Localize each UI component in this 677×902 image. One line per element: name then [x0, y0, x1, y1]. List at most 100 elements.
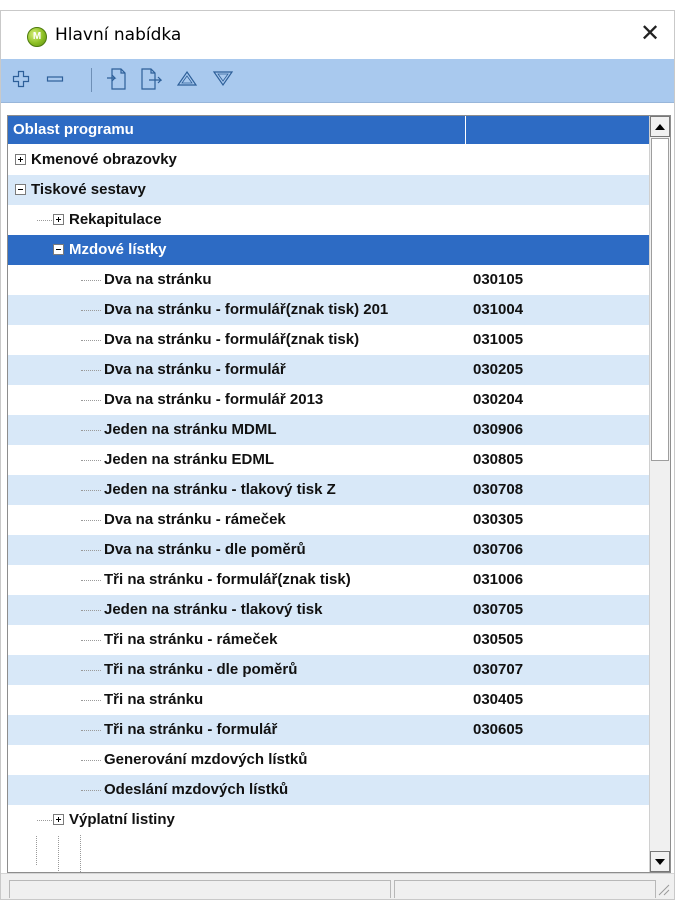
tree-row-code: 030405	[473, 691, 524, 708]
scroll-up-button[interactable]	[650, 116, 670, 137]
program-area-tree[interactable]: Oblast programu Kmenové obrazovky Tiskov…	[7, 115, 671, 895]
tree-row-code: 030505	[473, 631, 524, 648]
toolbar	[1, 59, 674, 103]
window-title: Hlavní nabídka	[55, 25, 182, 45]
tree-branch	[81, 790, 101, 791]
close-button[interactable]: ✕	[626, 11, 674, 59]
insert-after-button[interactable]	[139, 65, 163, 93]
tree-row-vyplatni-listiny[interactable]: Výplatní listiny	[8, 805, 650, 835]
tree-branch	[81, 760, 101, 761]
tree-branch	[81, 490, 101, 491]
tree-row-item[interactable]: Dva na stránku - formulář(znak tisk) 201…	[8, 295, 650, 325]
insert-before-icon	[107, 68, 126, 90]
tree-row-code: 030805	[473, 451, 524, 468]
collapse-icon[interactable]	[53, 244, 64, 255]
expand-button[interactable]	[9, 65, 33, 93]
move-up-button[interactable]	[175, 65, 199, 93]
expand-icon[interactable]	[15, 154, 26, 165]
tree-row-label: Dva na stránku - formulář 2013	[104, 391, 324, 408]
tree-row-item[interactable]: Generování mzdových lístků	[8, 745, 650, 775]
tree-row-label: Jeden na stránku EDML	[104, 451, 275, 468]
insert-after-icon	[141, 68, 162, 90]
tree-row-item[interactable]: Dva na stránku - dle poměrů 030706	[8, 535, 650, 565]
expand-icon[interactable]	[53, 214, 64, 225]
tree-branch	[81, 610, 101, 611]
tree-branch	[81, 340, 101, 341]
tree-row-item[interactable]: Jeden na stránku EDML 030805	[8, 445, 650, 475]
grid-header: Oblast programu	[8, 116, 650, 145]
status-pane-right	[394, 880, 656, 898]
scroll-down-button[interactable]	[650, 851, 670, 872]
tree-row-item[interactable]: Jeden na stránku - tlakový tisk 030705	[8, 595, 650, 625]
tree-row-item[interactable]: Dva na stránku - formulář 2013 030204	[8, 385, 650, 415]
collapse-icon[interactable]	[15, 184, 26, 195]
scroll-down-arrow-icon	[655, 858, 665, 865]
minus-icon	[46, 76, 64, 82]
column-header-code[interactable]	[467, 116, 650, 144]
status-bar	[1, 873, 674, 899]
tree-row-label: Odeslání mzdových lístků	[104, 781, 289, 798]
tree-branch	[81, 520, 101, 521]
app-logo-letter: M	[32, 31, 42, 42]
tree-row-label: Tři na stránku	[104, 691, 204, 708]
tree-row-item[interactable]: Tři na stránku - formulář(znak tisk) 031…	[8, 565, 650, 595]
tree-row-item[interactable]: Tři na stránku - dle poměrů 030707	[8, 655, 650, 685]
tree-row-kmenove-obrazovky[interactable]: Kmenové obrazovky	[8, 145, 650, 175]
tree-row-code: 031005	[473, 331, 524, 348]
tree-row-code: 030105	[473, 271, 524, 288]
status-pane-left	[9, 880, 391, 898]
tree-row-rekapitulace[interactable]: Rekapitulace	[8, 205, 650, 235]
tree-branch	[81, 460, 101, 461]
tree-row-label: Tři na stránku - formulář	[104, 721, 278, 738]
close-icon: ✕	[639, 20, 661, 47]
tree-row-label: Tři na stránku - formulář(znak tisk)	[104, 571, 351, 588]
tree-row-label: Jeden na stránku - tlakový tisk Z	[104, 481, 336, 498]
tree-row-code: 030706	[473, 541, 524, 558]
expand-icon[interactable]	[53, 814, 64, 825]
tree-row-item[interactable]: Dva na stránku - formulář(znak tisk) 031…	[8, 325, 650, 355]
tree-row-item[interactable]: Jeden na stránku - tlakový tisk Z 030708	[8, 475, 650, 505]
column-header-program-area[interactable]: Oblast programu	[8, 116, 466, 144]
tree-row-item[interactable]: Dva na stránku 030105	[8, 265, 650, 295]
tree-row-label: Dva na stránku	[104, 271, 212, 288]
move-down-icon	[212, 71, 234, 87]
main-menu-window: M Hlavní nabídka ✕ Oblast programu Kmeno…	[0, 10, 675, 900]
tree-row-label: Dva na stránku - dle poměrů	[104, 541, 306, 558]
insert-before-button[interactable]	[105, 65, 129, 93]
toolbar-separator	[91, 68, 92, 92]
tree-branch	[37, 820, 52, 821]
tree-row-item[interactable]: Tři na stránku 030405	[8, 685, 650, 715]
tree-row-item[interactable]: Dva na stránku - rámeček 030305	[8, 505, 650, 535]
tree-row-item[interactable]: Jeden na stránku MDML 030906	[8, 415, 650, 445]
tree-row-item[interactable]: Tři na stránku - formulář 030605	[8, 715, 650, 745]
tree-row-item[interactable]: Dva na stránku - formulář 030205	[8, 355, 650, 385]
tree-row-label: Mzdové lístky	[69, 235, 167, 265]
collapse-button[interactable]	[43, 65, 67, 93]
tree-branch	[81, 580, 101, 581]
tree-row-item[interactable]: Tři na stránku - rámeček 030505	[8, 625, 650, 655]
move-down-button[interactable]	[211, 65, 235, 93]
tree-branch	[81, 280, 101, 281]
tree-row-label: Tři na stránku - dle poměrů	[104, 661, 298, 678]
tree-row-label: Tiskové sestavy	[31, 181, 146, 198]
tree-branch	[81, 640, 101, 641]
tree-row-label: Dva na stránku - formulář(znak tisk)	[104, 331, 360, 348]
tree-branch	[81, 700, 101, 701]
tree-branch	[81, 400, 101, 401]
tree-row-tiskove-sestavy[interactable]: Tiskové sestavy	[8, 175, 650, 205]
tree-row-mzdove-listky[interactable]: Mzdové lístky	[8, 235, 650, 265]
tree-row-code: 030906	[473, 421, 524, 438]
tree-row-code: 030204	[473, 391, 524, 408]
tree-branch	[81, 730, 101, 731]
scrollbar-thumb[interactable]	[651, 138, 669, 461]
tree-row-code: 030605	[473, 721, 524, 738]
tree-branch	[81, 310, 101, 311]
tree-row-label: Rekapitulace	[69, 211, 162, 228]
tree-row-item[interactable]: Odeslání mzdových lístků	[8, 775, 650, 805]
tree-row-label: Tři na stránku - rámeček	[104, 631, 278, 648]
vertical-scrollbar[interactable]	[649, 116, 670, 872]
tree-branch	[81, 550, 101, 551]
resize-grip-icon[interactable]	[656, 882, 670, 896]
scroll-up-arrow-icon	[655, 123, 665, 130]
tree-row-code: 030708	[473, 481, 524, 498]
